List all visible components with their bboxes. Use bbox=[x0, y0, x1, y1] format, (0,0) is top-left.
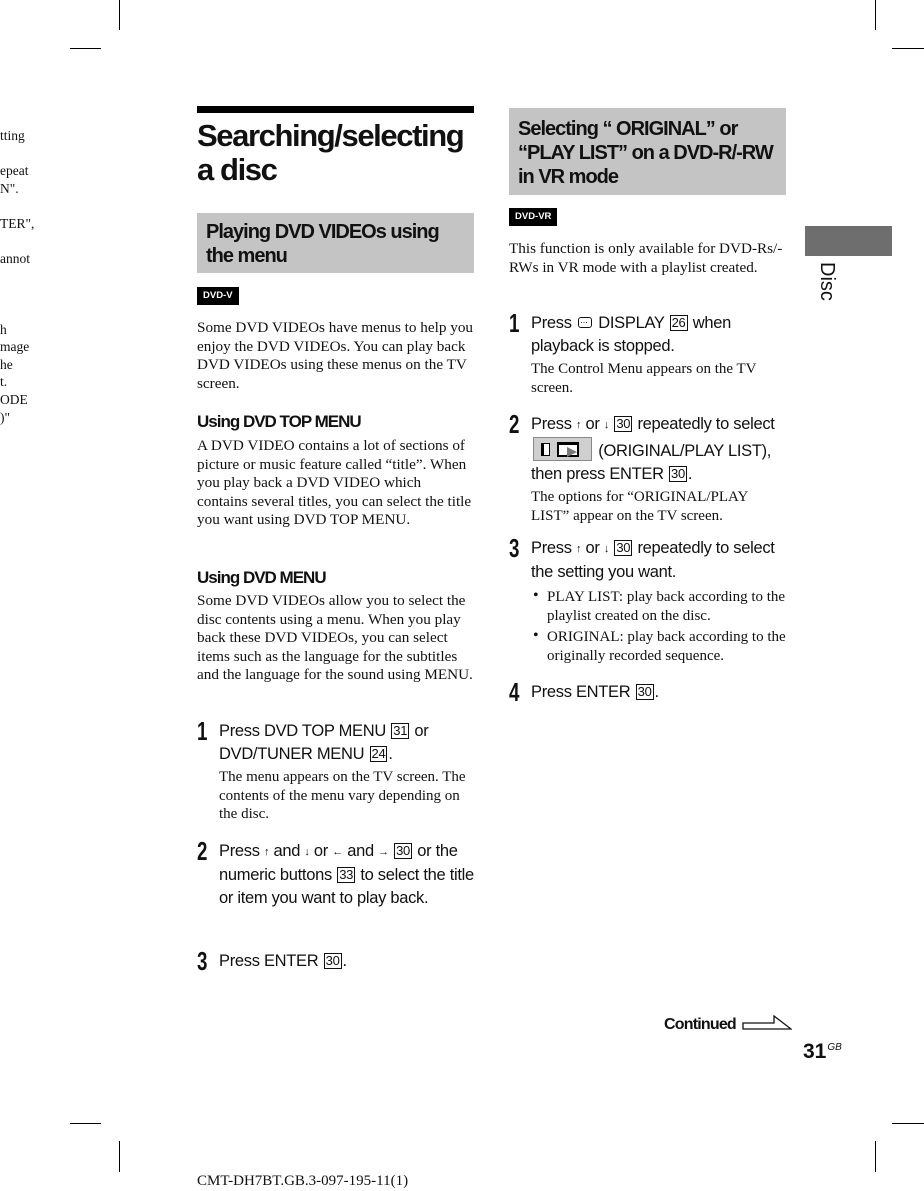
crop-mark bbox=[892, 1123, 924, 1124]
button-ref: 30 bbox=[669, 466, 687, 482]
original-playlist-menu-icon bbox=[533, 437, 592, 461]
step-number: 2 bbox=[197, 836, 208, 866]
crop-mark bbox=[892, 48, 924, 49]
crop-mark bbox=[119, 0, 120, 30]
step-note: The options for “ORIGINAL/PLAY LIST” app… bbox=[531, 489, 748, 524]
continued-arrow-icon bbox=[741, 1014, 793, 1030]
title-rule bbox=[197, 106, 474, 113]
step-number: 2 bbox=[509, 409, 520, 439]
step-number: 3 bbox=[509, 533, 520, 563]
step: 2 Press ↑ or ↓ 30 repeatedly to select (… bbox=[509, 409, 789, 525]
fragment-line: annot bbox=[0, 251, 30, 267]
fragment-line: tting bbox=[0, 128, 25, 143]
page-suffix: GB bbox=[827, 1042, 842, 1053]
bullet-item: ORIGINAL: play back according to the ori… bbox=[533, 627, 789, 665]
document-code: CMT-DH7BT.GB.3-097-195-11(1) bbox=[197, 1173, 409, 1189]
step: 3 Press ↑ or ↓ 30 repeatedly to select t… bbox=[509, 533, 789, 665]
right-arrow-icon: → bbox=[378, 846, 389, 858]
page-number: 31GB bbox=[803, 1040, 842, 1064]
step: 4 Press ENTER 30. bbox=[509, 677, 789, 707]
fragment-line: )" bbox=[0, 409, 11, 425]
intro-paragraph: Some DVD VIDEOs have menus to help you e… bbox=[197, 319, 474, 392]
previous-page-fragment: tting epeat N". TER", annot h mage he t.… bbox=[0, 127, 60, 426]
page-number-value: 31 bbox=[803, 1040, 827, 1063]
step-instruction: Press ENTER 30. bbox=[531, 683, 659, 701]
dvd-vr-badge: DVD-VR bbox=[509, 208, 558, 226]
step: 1 Press DISPLAY 26 when playback is stop… bbox=[509, 308, 789, 397]
section-heading-text: Playing DVD VIDEOs using the menu bbox=[206, 221, 440, 267]
step-number: 4 bbox=[509, 677, 520, 707]
button-ref: 30 bbox=[614, 540, 633, 556]
fragment-line bbox=[0, 197, 60, 215]
step-instruction: Press ↑ and ↓ or ← and → 30 or the numer… bbox=[219, 842, 474, 907]
crop-mark bbox=[875, 0, 876, 30]
crop-mark bbox=[119, 1141, 120, 1172]
button-ref: 26 bbox=[669, 315, 688, 331]
step-number: 1 bbox=[197, 716, 208, 746]
left-arrow-icon: ← bbox=[332, 846, 343, 858]
intro-paragraph: This function is only available for DVD-… bbox=[509, 240, 783, 276]
fragment-line: t. bbox=[0, 374, 8, 390]
continued-text: Continued bbox=[664, 1016, 737, 1033]
step-note: The menu appears on the TV screen. The c… bbox=[219, 769, 466, 823]
button-ref: 30 bbox=[394, 843, 412, 859]
fragment-line bbox=[0, 145, 60, 163]
page-title: Searching/selecting a disc bbox=[197, 118, 465, 187]
button-ref: 33 bbox=[337, 867, 356, 883]
step-instruction: Press ↑ or ↓ 30 repeatedly to select the… bbox=[531, 539, 775, 581]
button-ref: 31 bbox=[391, 723, 410, 739]
crop-mark bbox=[70, 48, 101, 49]
fragment-line bbox=[0, 303, 60, 321]
subsection-heading: Using DVD MENU bbox=[197, 568, 327, 587]
step-instruction: Press ENTER 30. bbox=[219, 952, 347, 970]
fragment-line: N". bbox=[0, 180, 19, 196]
crop-mark bbox=[70, 1123, 101, 1124]
fragment-line: he bbox=[0, 356, 13, 372]
fragment-line: TER", bbox=[0, 215, 35, 231]
step-number: 3 bbox=[197, 946, 208, 976]
subsection-body: A DVD VIDEO contains a lot of sections o… bbox=[197, 437, 472, 529]
step-instruction: Press DVD TOP MENU 31 or DVD/TUNER MENU … bbox=[219, 722, 429, 763]
bullet-item: PLAY LIST: play back according to the pl… bbox=[533, 587, 789, 625]
fragment-line: h bbox=[0, 321, 7, 337]
fragment-line: ODE bbox=[0, 391, 28, 407]
fragment-line bbox=[0, 268, 60, 286]
section-heading-text: Selecting “ ORIGINAL” or “PLAY LIST” on … bbox=[518, 118, 774, 188]
step-number: 1 bbox=[509, 308, 520, 338]
chapter-tab bbox=[805, 226, 892, 256]
subsection-heading: Using DVD TOP MENU bbox=[197, 412, 362, 431]
fragment-line: mage bbox=[0, 339, 30, 355]
dvd-v-badge: DVD-V bbox=[197, 287, 239, 305]
step-note: The Control Menu appears on the TV scree… bbox=[531, 361, 757, 396]
step: 1 Press DVD TOP MENU 31 or DVD/TUNER MEN… bbox=[197, 716, 474, 824]
crop-mark bbox=[875, 1141, 876, 1172]
button-ref: 30 bbox=[635, 684, 654, 700]
step: 3 Press ENTER 30. bbox=[197, 946, 474, 976]
step: 2 Press ↑ and ↓ or ← and → 30 or the num… bbox=[197, 836, 474, 910]
button-ref: 30 bbox=[614, 416, 633, 432]
display-icon bbox=[577, 311, 592, 334]
step-instruction: Press DISPLAY 26 when playback is stoppe… bbox=[531, 311, 789, 358]
subsection-body: Some DVD VIDEOs allow you to select the … bbox=[197, 592, 473, 684]
continued-label: Continued bbox=[664, 1014, 793, 1034]
chapter-tab-label: Disc bbox=[816, 262, 838, 301]
button-ref: 24 bbox=[369, 746, 388, 762]
fragment-line: epeat bbox=[0, 163, 29, 179]
fragment-line bbox=[0, 233, 60, 251]
section-heading: Playing DVD VIDEOs using the menu bbox=[197, 213, 474, 273]
button-ref: 30 bbox=[323, 953, 342, 969]
section-heading: Selecting “ ORIGINAL” or “PLAY LIST” on … bbox=[509, 108, 786, 195]
fragment-line bbox=[0, 285, 60, 303]
step-instruction: Press ↑ or ↓ 30 repeatedly to select (OR… bbox=[531, 415, 775, 483]
